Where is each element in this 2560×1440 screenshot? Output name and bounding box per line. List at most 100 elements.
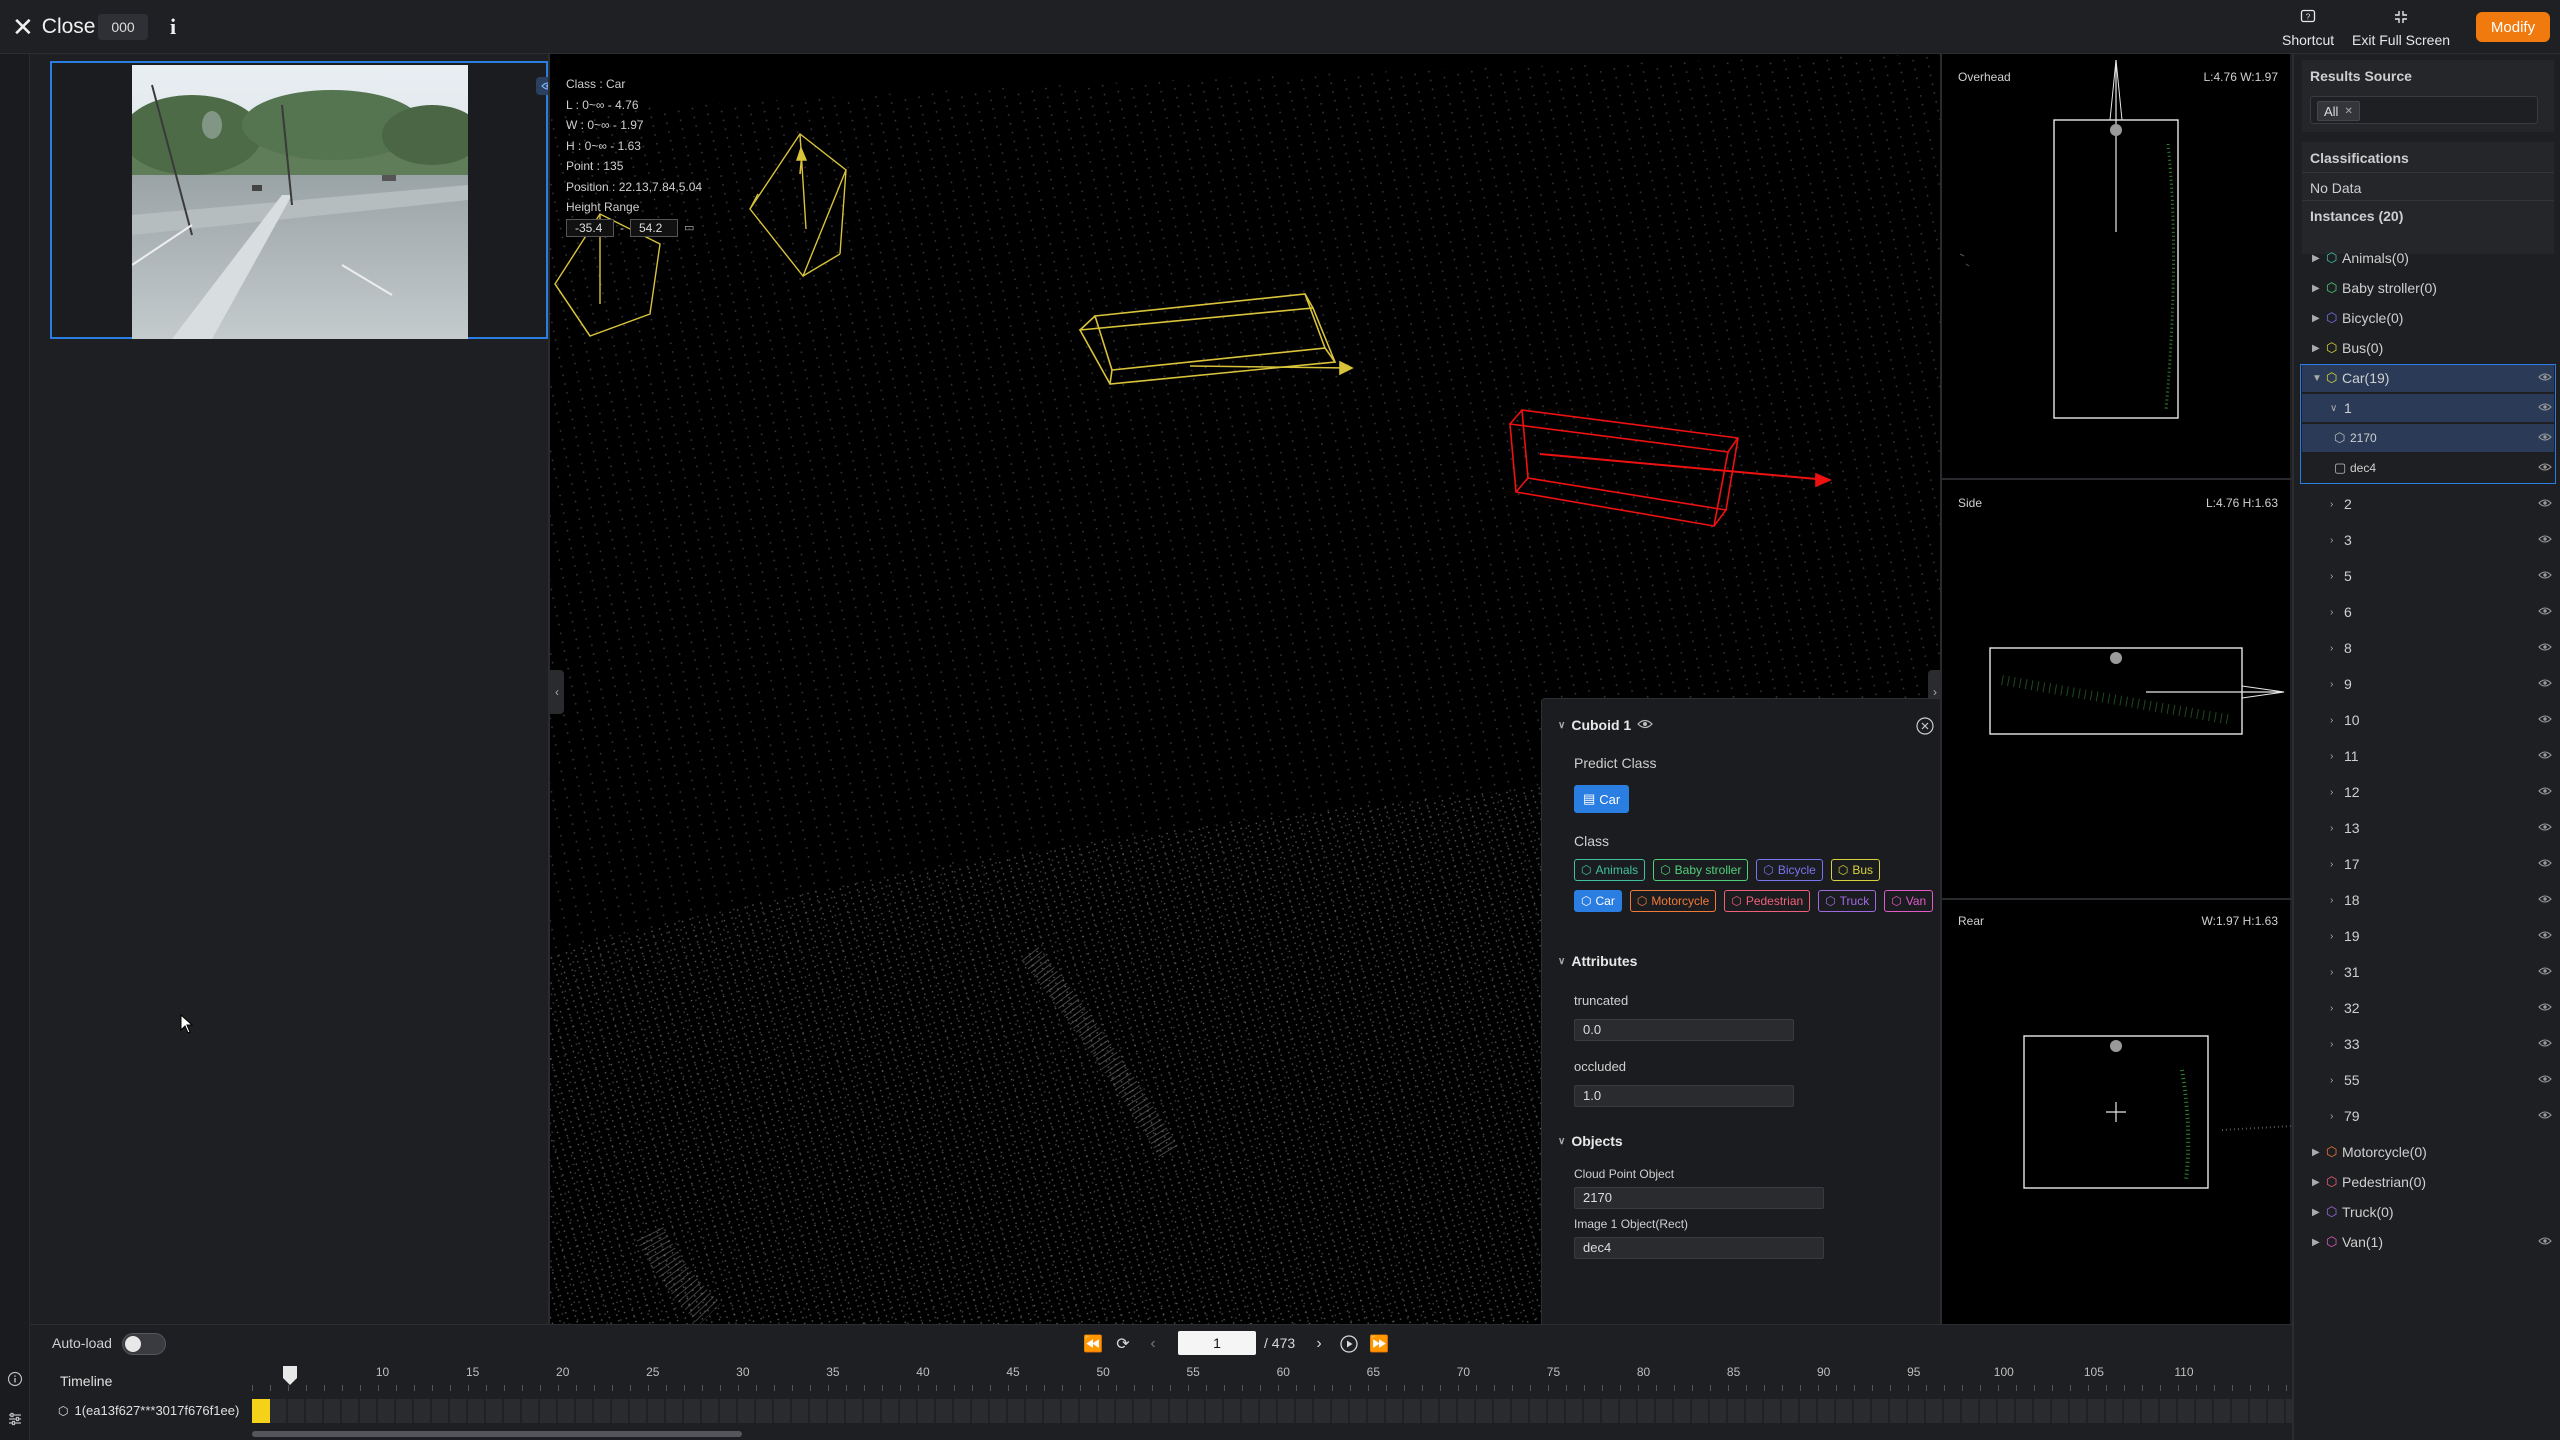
objects-section-header[interactable]: ∨ Objects — [1558, 1133, 1623, 1149]
caret-right-icon[interactable]: ▶ — [2312, 253, 2320, 264]
chevron-right-icon[interactable]: › — [2330, 787, 2333, 798]
chevron-right-icon[interactable]: › — [2330, 715, 2333, 726]
image-object-input[interactable]: dec4 — [1574, 1237, 1824, 1259]
tree-instance-row[interactable]: › 9 — [2302, 670, 2554, 698]
skip-back-button[interactable]: ⏪ — [1082, 1333, 1104, 1355]
tree-instance-row[interactable]: › 13 — [2302, 814, 2554, 842]
close-button[interactable]: ✕ Close — [12, 12, 96, 42]
tree-class-row[interactable]: ▶ ⬡ Bicycle(0) — [2302, 304, 2554, 332]
chevron-right-icon[interactable]: › — [2330, 967, 2333, 978]
tree-class-row[interactable]: ▶ ⬡ Motorcycle(0) — [2302, 1138, 2554, 1166]
truncated-input[interactable]: 0.0 — [1574, 1019, 1794, 1041]
skip-forward-button[interactable]: ⏩ — [1368, 1333, 1390, 1355]
tree-instance-row[interactable]: › 3 — [2302, 526, 2554, 554]
tree-instance-row[interactable]: › 79 — [2302, 1102, 2554, 1130]
chevron-right-icon[interactable]: › — [2330, 751, 2333, 762]
exit-fullscreen-button[interactable]: Exit Full Screen — [2352, 6, 2450, 50]
class-tag[interactable]: ⬡ Truck — [1818, 890, 1877, 912]
tree-instance-row[interactable]: › 8 — [2302, 634, 2554, 662]
eye-icon[interactable] — [2538, 785, 2552, 799]
tree-class-row-car[interactable]: ▼ ⬡ Car(19) — [2302, 364, 2554, 392]
eye-icon[interactable] — [2538, 431, 2552, 445]
track-frame-active[interactable] — [252, 1399, 270, 1423]
tree-instance-row[interactable]: › 55 — [2302, 1066, 2554, 1094]
next-frame-button[interactable]: › — [1308, 1333, 1330, 1355]
results-source-tag[interactable]: All ✕ — [2317, 101, 2360, 121]
play-button[interactable] — [1338, 1333, 1360, 1355]
caret-right-icon[interactable]: ▶ — [2312, 343, 2320, 354]
previous-frame-button[interactable]: ‹ — [1142, 1333, 1164, 1355]
class-tag[interactable]: ⬡ Pedestrian — [1724, 890, 1811, 912]
close-panel-button[interactable] — [1916, 717, 1934, 738]
class-tag[interactable]: ⬡ Animals — [1574, 859, 1646, 881]
eye-icon[interactable] — [2538, 497, 2552, 511]
eye-icon[interactable] — [2538, 1109, 2552, 1123]
autoload-toggle[interactable] — [122, 1333, 166, 1355]
caret-right-icon[interactable]: ▶ — [2312, 1207, 2320, 1218]
predict-class-tag[interactable]: ▤ Car — [1574, 785, 1630, 813]
cloud-point-object-input[interactable]: 2170 — [1574, 1187, 1824, 1209]
eye-icon[interactable] — [2538, 371, 2552, 385]
timeline-scrollbar[interactable] — [252, 1431, 742, 1437]
eye-icon[interactable] — [2538, 605, 2552, 619]
chevron-right-icon[interactable]: › — [2330, 1075, 2333, 1086]
tree-instance-row[interactable]: › 31 — [2302, 958, 2554, 986]
class-tag[interactable]: ⬡ Baby stroller — [1653, 859, 1749, 881]
height-range-max-input[interactable]: 54.2 — [630, 218, 678, 237]
class-tag[interactable]: ⬡ Car — [1574, 890, 1622, 912]
eye-icon[interactable] — [2538, 821, 2552, 835]
class-tag[interactable]: ⬡ Motorcycle — [1629, 890, 1717, 912]
caret-right-icon[interactable]: ▶ — [2312, 1237, 2320, 1248]
camera-thumbnail[interactable] — [50, 61, 560, 339]
tree-object-row[interactable]: ▢ dec4 — [2302, 454, 2554, 482]
eye-icon[interactable] — [2538, 929, 2552, 943]
cuboid-title-row[interactable]: ∨ Cuboid 1 — [1558, 717, 1654, 733]
eye-icon[interactable] — [2538, 401, 2552, 415]
chevron-right-icon[interactable]: › — [2330, 1039, 2333, 1050]
eye-icon[interactable] — [2538, 1235, 2552, 1249]
tree-instance-row[interactable]: › 32 — [2302, 994, 2554, 1022]
eye-icon[interactable] — [2538, 1001, 2552, 1015]
tree-instance-row[interactable]: ∨ 1 — [2302, 394, 2554, 422]
eye-icon[interactable] — [2538, 641, 2552, 655]
tree-class-row[interactable]: ▶ ⬡ Van(1) — [2302, 1228, 2554, 1256]
collapse-left-button[interactable]: ‹ — [550, 670, 564, 714]
chevron-right-icon[interactable]: › — [2330, 571, 2333, 582]
caret-right-icon[interactable]: ▶ — [2312, 283, 2320, 294]
side-view[interactable]: Side L:4.76 H:1.63 — [1942, 480, 2292, 898]
eye-icon[interactable] — [2538, 713, 2552, 727]
reset-button[interactable]: ⟳ — [1112, 1333, 1134, 1355]
chevron-right-icon[interactable]: › — [2330, 931, 2333, 942]
eye-icon[interactable] — [2538, 965, 2552, 979]
tree-instance-row[interactable]: › 11 — [2302, 742, 2554, 770]
info-button[interactable]: i — [158, 12, 188, 42]
chevron-right-icon[interactable]: › — [2330, 607, 2333, 618]
point-cloud-viewport[interactable]: Class : Car L : 0~∞ - 4.76 W : 0~∞ - 1.9… — [548, 54, 1940, 1324]
eye-icon[interactable] — [2538, 857, 2552, 871]
height-range-min-input[interactable]: -35.4 — [566, 218, 614, 237]
chevron-right-icon[interactable]: › — [2330, 895, 2333, 906]
tree-instance-row[interactable]: › 19 — [2302, 922, 2554, 950]
tree-class-row[interactable]: ▶ ⬡ Baby stroller(0) — [2302, 274, 2554, 302]
eye-icon[interactable] — [2538, 461, 2552, 475]
height-range-toggle-icon[interactable]: ▭ — [684, 218, 694, 239]
chevron-right-icon[interactable]: › — [2330, 535, 2333, 546]
settings-sliders-icon[interactable] — [6, 1410, 24, 1428]
close-icon[interactable]: ✕ — [2344, 106, 2352, 117]
eye-icon[interactable] — [2538, 1037, 2552, 1051]
chevron-right-icon[interactable]: › — [2330, 823, 2333, 834]
tree-object-row[interactable]: ⬡ 2170 — [2302, 424, 2554, 452]
chevron-right-icon[interactable]: › — [2330, 643, 2333, 654]
tree-instance-row[interactable]: › 5 — [2302, 562, 2554, 590]
tree-instance-row[interactable]: › 33 — [2302, 1030, 2554, 1058]
eye-icon[interactable] — [2538, 533, 2552, 547]
tree-instance-row[interactable]: › 2 — [2302, 490, 2554, 518]
class-tag[interactable]: ⬡ Bicycle — [1756, 859, 1823, 881]
chevron-down-icon[interactable]: ∨ — [2330, 403, 2337, 414]
chevron-right-icon[interactable]: › — [2330, 499, 2333, 510]
class-tag[interactable]: ⬡ Bus — [1830, 859, 1881, 881]
chevron-right-icon[interactable]: › — [2330, 859, 2333, 870]
tree-instance-row[interactable]: › 17 — [2302, 850, 2554, 878]
class-tag[interactable]: ⬡ Van — [1884, 890, 1934, 912]
chevron-right-icon[interactable]: › — [2330, 679, 2333, 690]
